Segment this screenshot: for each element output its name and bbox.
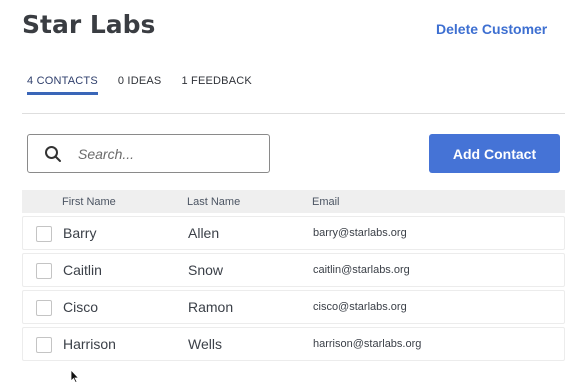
delete-customer-link[interactable]: Delete Customer <box>436 21 547 37</box>
row-checkbox[interactable] <box>36 300 52 316</box>
first-name-cell: Barry <box>63 225 97 241</box>
search-icon <box>45 145 61 162</box>
email-cell: caitlin@starlabs.org <box>313 264 410 276</box>
search-input[interactable] <box>76 144 260 163</box>
first-name-cell: Caitlin <box>63 262 102 278</box>
table-row[interactable]: Harrison Wells harrison@starlabs.org <box>22 327 565 361</box>
last-name-cell: Snow <box>188 262 224 278</box>
tab-contacts[interactable]: 4 CONTACTS <box>27 75 98 95</box>
mouse-cursor-icon <box>70 369 80 383</box>
column-header-email: Email <box>312 195 340 208</box>
table-row[interactable]: Barry Allen barry@starlabs.org <box>22 216 565 250</box>
tab-ideas[interactable]: 0 IDEAS <box>118 75 162 95</box>
table-row[interactable]: Cisco Ramon cisco@starlabs.org <box>22 290 565 324</box>
email-cell: barry@starlabs.org <box>313 227 407 239</box>
tabs-divider <box>22 113 565 114</box>
tab-feedback[interactable]: 1 FEEDBACK <box>181 75 251 95</box>
tab-bar: 4 CONTACTS 0 IDEAS 1 FEEDBACK <box>27 75 272 95</box>
table-row[interactable]: Caitlin Snow caitlin@starlabs.org <box>22 253 565 287</box>
row-checkbox[interactable] <box>36 337 52 353</box>
first-name-cell: Harrison <box>63 336 116 352</box>
column-header-first-name: First Name <box>62 195 116 208</box>
row-checkbox[interactable] <box>36 226 52 242</box>
first-name-cell: Cisco <box>63 299 99 315</box>
column-header-last-name: Last Name <box>187 195 241 208</box>
add-contact-button[interactable]: Add Contact <box>429 134 560 173</box>
email-cell: harrison@starlabs.org <box>313 338 422 350</box>
contacts-table: First Name Last Name Email Barry Allen b… <box>22 190 565 361</box>
last-name-cell: Ramon <box>188 299 234 315</box>
table-header: First Name Last Name Email <box>22 190 565 213</box>
email-cell: cisco@starlabs.org <box>313 301 407 313</box>
page-title: Star Labs <box>22 10 156 39</box>
last-name-cell: Allen <box>188 225 220 241</box>
last-name-cell: Wells <box>188 336 222 352</box>
row-checkbox[interactable] <box>36 263 52 279</box>
search-box[interactable] <box>27 134 270 173</box>
